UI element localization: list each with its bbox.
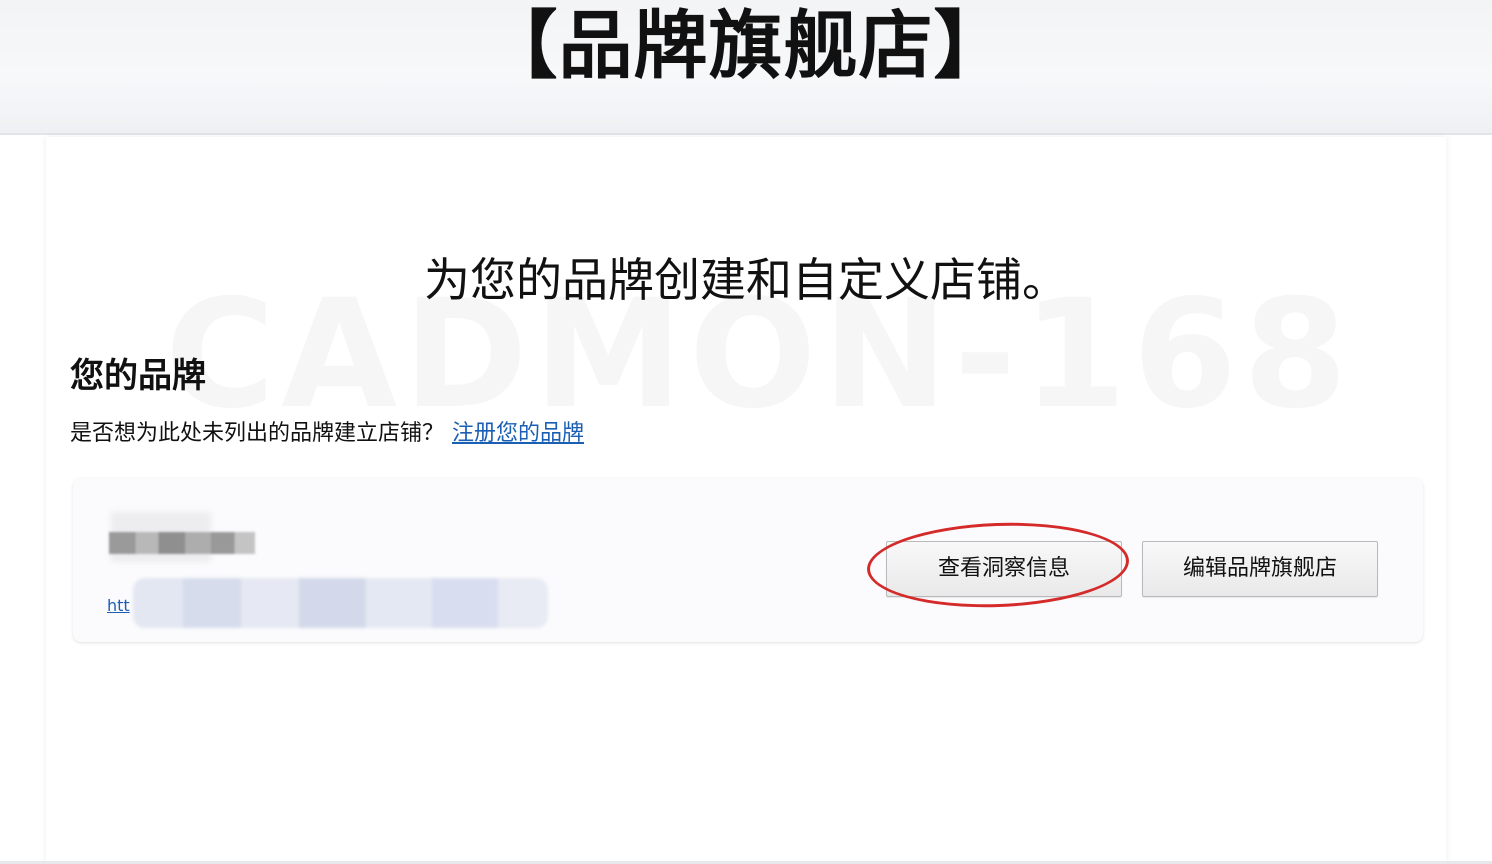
section-subtitle-text: 是否想为此处未列出的品牌建立店铺？ [70, 421, 445, 446]
brand-store-link[interactable]: htt [107, 596, 130, 615]
brand-card: htt 查看洞察信息 编辑品牌旗舰店 [73, 478, 1423, 642]
brand-url-blurred [133, 578, 548, 628]
page-headline: 为您的品牌创建和自定义店铺。 [424, 253, 1068, 307]
banner-title: 【品牌旗舰店】 [483, 3, 1009, 89]
section-title: 您的品牌 [70, 356, 206, 396]
edit-brand-store-button[interactable]: 编辑品牌旗舰店 [1142, 541, 1378, 597]
brand-name-blurred [109, 532, 255, 554]
section-subtitle: 是否想为此处未列出的品牌建立店铺？ 注册您的品牌 [70, 415, 584, 447]
register-brand-link[interactable]: 注册您的品牌 [452, 421, 584, 446]
view-insights-button[interactable]: 查看洞察信息 [886, 541, 1122, 597]
top-banner: 【品牌旗舰店】 [0, 0, 1492, 135]
